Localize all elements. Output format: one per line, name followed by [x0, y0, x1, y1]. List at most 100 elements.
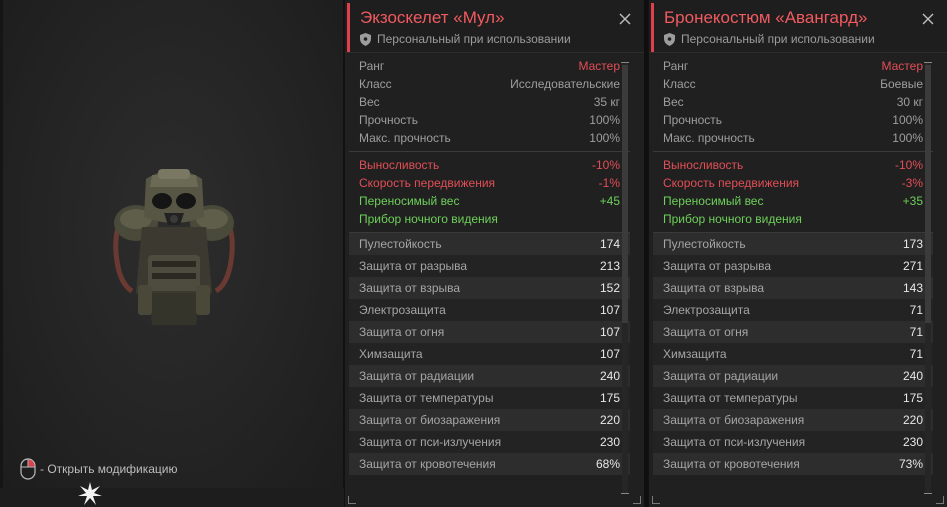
info-label: Макс. прочность [359, 131, 451, 145]
info-label: Класс [359, 77, 392, 91]
stat-label: Защита от разрыва [663, 259, 772, 273]
stat-value: 175 [599, 391, 620, 405]
stat-value: 174 [599, 237, 620, 251]
info-row: Ранг Мастер [349, 57, 630, 75]
info-value: 100% [892, 131, 923, 145]
stat-label: Химзащита [663, 347, 727, 361]
stat-label: Пулестойкость [663, 237, 746, 251]
effect-label: Скорость передвижения [359, 176, 496, 190]
info-value: Мастер [578, 59, 620, 73]
stat-value: 68% [595, 457, 620, 471]
stat-row: Защита от взрыва 143 [653, 277, 933, 299]
effect-label: Переносимый вес [663, 194, 764, 208]
stat-row: Защита от кровотечения 73% [653, 453, 933, 475]
info-value: 35 кг [593, 95, 620, 109]
info-label: Прочность [359, 113, 419, 127]
effect-label: Прибор ночного видения [359, 212, 498, 226]
card-body: Ранг Мастер Класс Боевые Вес 30 кг Прочност… [653, 53, 933, 507]
stat-value: 175 [902, 391, 923, 405]
effect-row: Выносливость -10% [653, 156, 933, 174]
stat-value: 71 [909, 325, 923, 339]
effect-label: Выносливость [359, 158, 440, 172]
stat-row: Защита от биозаражения 220 [653, 409, 933, 431]
stat-label: Защита от температуры [663, 391, 798, 405]
preview-edge [0, 0, 3, 507]
info-label: Макс. прочность [663, 131, 755, 145]
stat-label: Защита от радиации [663, 369, 779, 383]
stat-value: 240 [902, 369, 923, 383]
info-row: Ранг Мастер [653, 57, 933, 75]
effect-value: -10% [894, 158, 923, 172]
stat-label: Защита от пси-излучения [663, 435, 806, 449]
info-label: Класс [663, 77, 696, 91]
scrollbar-thumb[interactable] [925, 65, 931, 323]
info-label: Ранг [663, 59, 689, 73]
effect-label: Скорость передвижения [663, 176, 800, 190]
stat-value: 213 [599, 259, 620, 273]
effect-row: Переносимый вес +35 [653, 192, 933, 210]
scrollbar-cap-bottom [924, 493, 932, 494]
effect-row: Выносливость -10% [349, 156, 630, 174]
item-title: Экзоскелет «Мул» [360, 8, 505, 27]
stat-row: Защита от огня 107 [349, 321, 630, 343]
effect-row: Прибор ночного видения [653, 210, 933, 228]
stat-row: Защита от температуры 175 [653, 387, 933, 409]
stat-label: Защита от взрыва [663, 281, 765, 295]
info-row: Вес 30 кг [653, 93, 933, 111]
stat-value: 220 [902, 413, 923, 427]
close-icon[interactable] [618, 12, 632, 26]
stat-label: Защита от пси-излучения [359, 435, 502, 449]
protection-stats: Пулестойкость 174 Защита от разрыва 213 За… [349, 233, 630, 475]
corner-mark [633, 496, 641, 504]
info-section: Ранг Мастер Класс Боевые Вес 30 кг Прочност… [653, 53, 933, 152]
info-row: Макс. прочность 100% [349, 129, 630, 147]
stat-row: Пулестойкость 174 [349, 233, 630, 255]
stat-value: 143 [902, 281, 923, 295]
stat-value: 71 [909, 303, 923, 317]
stat-value: 107 [599, 347, 620, 361]
info-value: 30 кг [896, 95, 923, 109]
stat-label: Защита от температуры [359, 391, 494, 405]
effect-row: Переносимый вес +45 [349, 192, 630, 210]
rank-accent-bar [651, 3, 654, 52]
binding-status: Персональный при использовании [664, 32, 875, 46]
effect-row: Прибор ночного видения [349, 210, 630, 228]
info-value: Исследовательские [510, 77, 620, 91]
stat-row: Защита от огня 71 [653, 321, 933, 343]
binding-status: Персональный при использовании [360, 32, 571, 46]
stat-row: Химзащита 71 [653, 343, 933, 365]
binding-status-label: Персональный при использовании [681, 32, 875, 46]
effect-label: Прибор ночного видения [663, 212, 802, 226]
card-header: Бронекостюм «Авангард» Персональный при … [649, 0, 947, 53]
info-label: Прочность [663, 113, 723, 127]
info-row: Макс. прочность 100% [653, 129, 933, 147]
binding-status-label: Персональный при использовании [377, 32, 571, 46]
card-body: Ранг Мастер Класс Исследовательские Вес 35 … [349, 53, 630, 507]
info-row: Класс Исследовательские [349, 75, 630, 93]
effect-value: -1% [598, 176, 620, 190]
info-label: Вес [663, 95, 684, 109]
stat-label: Защита от радиации [359, 369, 475, 383]
info-value: Мастер [881, 59, 923, 73]
stat-value: 173 [902, 237, 923, 251]
info-label: Ранг [359, 59, 385, 73]
stat-label: Защита от огня [663, 325, 749, 339]
stat-label: Защита от биозаражения [663, 413, 805, 427]
info-row: Класс Боевые [653, 75, 933, 93]
effect-row: Скорость передвижения -3% [653, 174, 933, 192]
scrollbar-thumb[interactable] [622, 65, 628, 323]
card-scrollbar[interactable] [924, 62, 932, 494]
info-row: Прочность 100% [653, 111, 933, 129]
info-row: Вес 35 кг [349, 93, 630, 111]
stat-label: Защита от огня [359, 325, 445, 339]
stat-label: Защита от кровотечения [359, 457, 496, 471]
card-scrollbar[interactable] [621, 62, 629, 494]
effect-value: +45 [599, 194, 620, 208]
close-icon[interactable] [921, 12, 935, 26]
info-value: 100% [589, 131, 620, 145]
stat-row: Пулестойкость 173 [653, 233, 933, 255]
stat-row: Защита от разрыва 213 [349, 255, 630, 277]
burst-icon[interactable] [78, 482, 102, 506]
item-card-avangard: Бронекостюм «Авангард» Персональный при … [648, 0, 947, 507]
rank-accent-bar [347, 3, 350, 52]
